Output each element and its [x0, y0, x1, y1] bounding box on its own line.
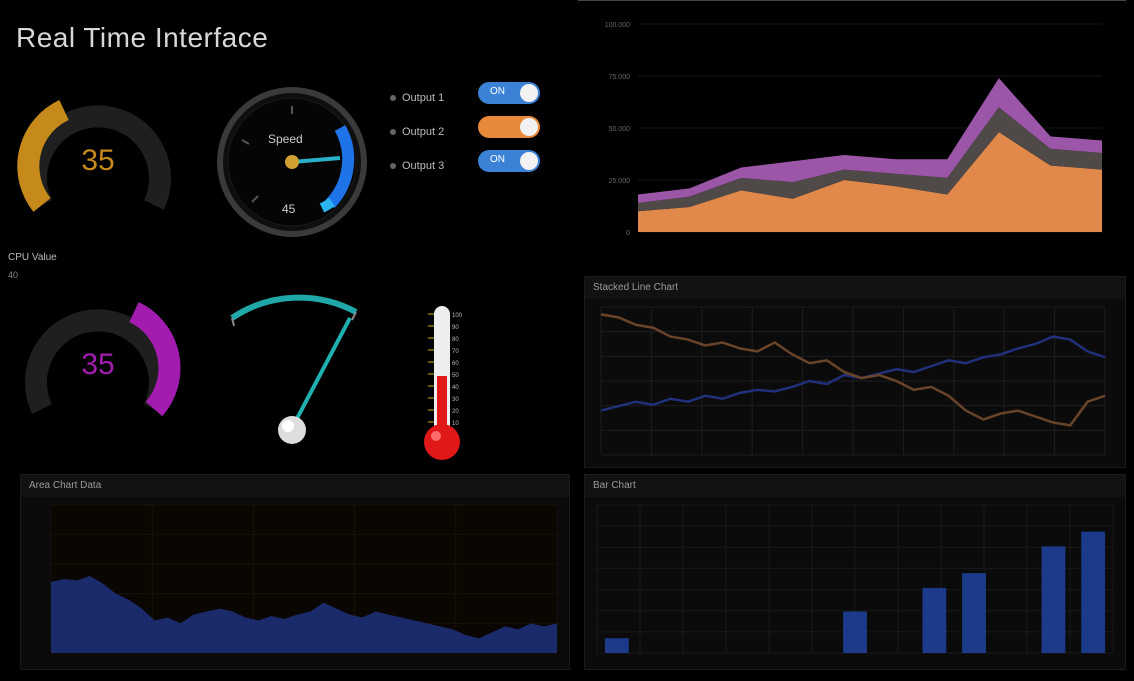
y-tick-label: 0 — [626, 230, 630, 237]
thermometer-tick-label: 40 — [452, 385, 459, 391]
speedometer-value: 45 — [282, 202, 296, 216]
y-tick-label: 50.000 — [609, 126, 631, 133]
thermometer-tick-label: 30 — [452, 397, 459, 403]
thermometer-tick-label: 10 — [452, 421, 459, 427]
bar — [1081, 531, 1106, 653]
switch-label-3: Output 3 — [402, 160, 445, 172]
area-chart-bottom-svg — [50, 504, 558, 654]
thermometer-tick-label: 80 — [452, 337, 459, 343]
gauge-purple-value: 35 — [81, 348, 115, 381]
bar-chart-panel: Bar Chart — [584, 474, 1126, 670]
thermometer: 100 90 80 70 60 50 40 30 20 10 — [412, 300, 472, 466]
needle-gauge — [220, 284, 370, 454]
speedometer-label: Speed — [268, 132, 303, 146]
line-chart-panel: Stacked Line Chart — [584, 276, 1126, 468]
toggle-switch-3[interactable]: ON — [478, 150, 540, 172]
bullet-icon — [390, 129, 396, 136]
value-label: CPU Value — [8, 252, 57, 263]
switch-row-1: Output 1 — [390, 92, 444, 104]
thermometer-tick-label: 60 — [452, 361, 459, 367]
bar — [843, 611, 867, 653]
value-small: 40 — [8, 270, 19, 280]
area-chart-bottom-header: Area Chart Data — [21, 475, 569, 497]
toggle-1-state: ON — [490, 86, 505, 97]
gauge-purple: 35 — [12, 284, 184, 424]
bar — [604, 638, 629, 653]
area-chart-top: 100.000 75.000 50.000 25.000 0 — [578, 0, 1126, 262]
thermometer-tick-label: 70 — [452, 349, 459, 355]
toggle-switch-1[interactable]: ON — [478, 82, 540, 104]
line-chart-header: Stacked Line Chart — [585, 277, 1125, 299]
thermometer-tick-label: 20 — [452, 409, 459, 415]
speedometer: Speed 45 — [212, 84, 372, 240]
thermometer-tick-label: 100 — [452, 313, 463, 319]
area-chart-bottom-panel: Area Chart Data — [20, 474, 570, 670]
y-tick-label: 75.000 — [609, 74, 631, 81]
thermometer-svg: 100 90 80 70 60 50 40 30 20 10 — [424, 306, 463, 460]
thermometer-tick-label: 50 — [452, 373, 459, 379]
line-chart-svg — [600, 306, 1106, 456]
toggle-knob-icon — [520, 152, 538, 170]
bullet-icon — [390, 95, 396, 102]
toggle-switch-2[interactable] — [478, 116, 540, 138]
bullet-icon — [390, 163, 396, 170]
area-chart-top-svg: 100.000 75.000 50.000 25.000 0 — [578, 0, 1126, 237]
toggle-knob-icon — [520, 84, 538, 102]
bar — [922, 587, 947, 653]
bar-chart-header: Bar Chart — [585, 475, 1125, 497]
thermometer-tick-label: 90 — [452, 325, 459, 331]
bar-chart-svg — [596, 504, 1114, 654]
speedometer-svg — [217, 87, 367, 237]
y-tick-label: 100.000 — [605, 22, 630, 29]
switch-row-2: Output 2 — [390, 126, 444, 138]
switch-label-2: Output 2 — [402, 126, 445, 138]
bar — [1041, 546, 1066, 653]
toggle-knob-icon — [520, 118, 538, 136]
needle-gauge-svg — [230, 294, 358, 444]
bar — [962, 573, 986, 653]
y-tick-label: 25.000 — [609, 178, 631, 185]
toggle-3-state: ON — [490, 154, 505, 165]
gauge-orange-value: 35 — [81, 144, 115, 177]
gauge-orange: 35 — [12, 80, 184, 220]
switch-row-3: Output 3 — [390, 160, 444, 172]
switch-label-1: Output 1 — [402, 92, 445, 104]
page-title: Real Time Interface — [16, 22, 269, 53]
